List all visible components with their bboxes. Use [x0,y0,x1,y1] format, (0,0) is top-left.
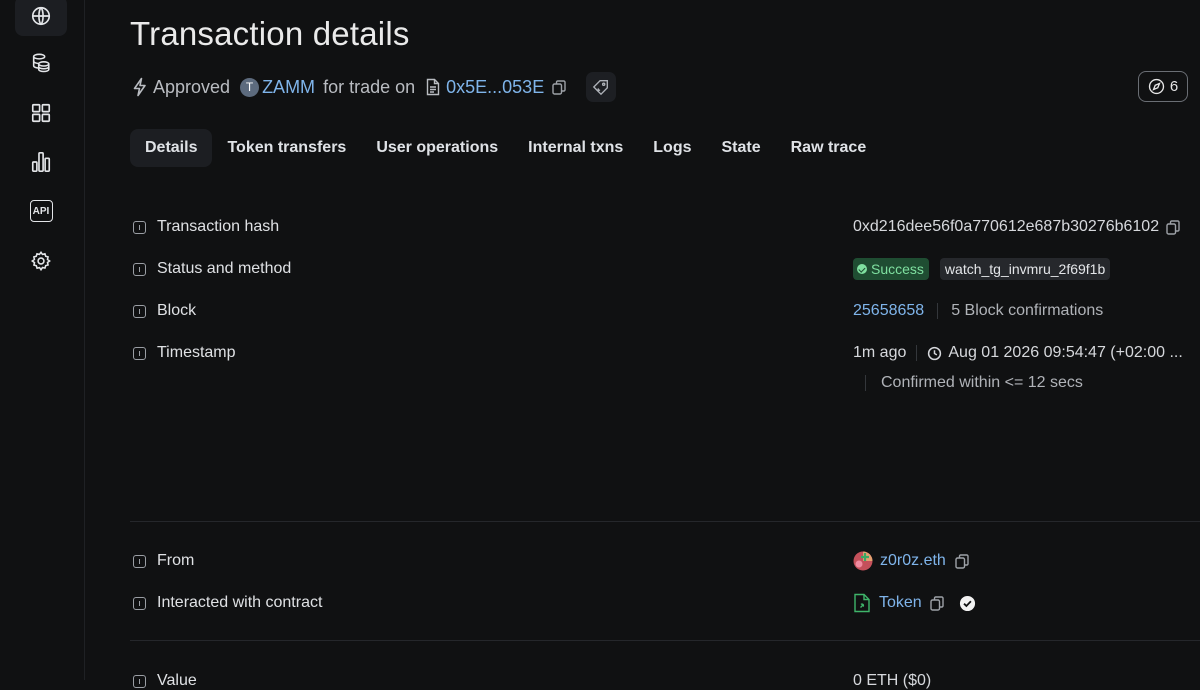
tab-internal-txns[interactable]: Internal txns [513,129,638,167]
timestamp-value: 1m ago Aug 01 2026 09:54:47 (+02:00 ... [853,343,1183,363]
value-amount: 0 ETH ($0) [853,671,931,690]
bar-chart-icon [31,152,51,172]
row-label: Transaction hash [157,218,280,235]
block-number-link[interactable]: 25658658 [853,302,924,320]
info-icon[interactable] [133,262,146,276]
row-interacted-contract: Interacted with contract [133,593,322,613]
row-label: Block [157,302,197,319]
add-tag-button[interactable] [586,72,616,102]
sidebar-item-coins[interactable] [15,43,67,83]
contract-link[interactable]: Token [879,594,922,612]
timestamp-ago: 1m ago [853,344,907,361]
row-label: Interacted with contract [157,594,323,611]
hash-text: 0xd216dee56f0a770612e687b30276b6102 [853,218,1160,235]
from-value: z0r0z.eth [853,551,969,571]
sidebar-item-charts[interactable] [15,142,67,182]
block-value: 25658658 5 Block confirmations [853,301,1103,321]
sidebar-item-api[interactable]: API [15,191,67,231]
timestamp-datetime: Aug 01 2026 09:54:47 (+02:00 ... [948,344,1183,361]
method-badge: watch_tg_invmru_2f69f1b [939,258,1111,280]
api-icon: API [29,200,53,222]
tab-raw-trace[interactable]: Raw trace [776,129,882,167]
info-icon[interactable] [133,596,146,610]
check-circle-icon [857,264,867,274]
status-text: Success [871,261,924,277]
grid-icon [31,103,51,123]
row-value: Value [133,671,197,690]
info-icon[interactable] [133,674,146,688]
compass-icon [1148,78,1164,95]
globe-icon [31,6,51,26]
section-divider [130,640,1200,641]
info-icon[interactable] [133,554,146,568]
row-from: From [133,551,194,571]
sidebar-item-globe[interactable] [15,0,67,36]
page-title: Transaction details [130,15,410,52]
tag-icon [592,80,608,96]
confirmation-time: Confirmed within <= 12 secs [865,373,1083,393]
clock-icon [928,346,942,360]
status-badge: Success [853,258,929,280]
copy-icon[interactable] [930,595,944,611]
avatar [853,551,873,571]
sidebar-item-grid[interactable] [15,93,67,133]
tab-bar: Details Token transfers User operations … [130,129,881,167]
tx-summary: Approved T ZAMM for trade on 0x5E...053E [132,74,566,100]
row-label: Timestamp [157,344,236,361]
row-transaction-hash: Transaction hash [133,217,279,237]
divider [937,303,939,319]
tab-user-operations[interactable]: User operations [361,129,513,167]
copy-icon[interactable] [955,553,969,569]
contract-value: Token [853,593,976,613]
status-method-value: Success watch_tg_invmru_2f69f1b [853,258,1111,280]
info-icon[interactable] [133,304,146,318]
token-link[interactable]: ZAMM [262,77,315,98]
action-label: Approved [153,76,231,97]
interpretation-counter-button[interactable]: 6 [1138,71,1188,102]
info-icon[interactable] [133,220,146,234]
transaction-hash-value: 0xd216dee56f0a770612e687b30276b6102 [853,217,1180,237]
row-label: From [157,552,195,569]
row-status-method: Status and method [133,259,291,279]
lightning-icon [133,77,146,97]
tab-logs[interactable]: Logs [638,129,706,167]
counter-value: 6 [1169,78,1179,95]
info-icon[interactable] [133,346,146,360]
section-divider [130,521,1200,522]
confirmed-within-text: Confirmed within <= 12 secs [881,374,1083,391]
row-label: Value [157,672,197,689]
connector-text: for trade on [323,76,416,97]
contract-address-link[interactable]: 0x5E...053E [446,77,544,98]
tab-state[interactable]: State [707,129,776,167]
block-confirmations: 5 Block confirmations [951,302,1104,319]
sidebar-item-settings[interactable] [15,241,67,281]
row-label: Status and method [157,260,292,277]
divider [865,375,866,391]
value-text: 0 ETH ($0) [853,672,932,689]
gear-icon [30,250,51,272]
row-block: Block [133,301,196,321]
tab-details[interactable]: Details [130,129,213,167]
tab-token-transfers[interactable]: Token transfers [212,129,361,167]
coins-icon [32,53,50,73]
copy-icon[interactable] [1166,219,1180,235]
document-icon [426,78,440,96]
token-avatar: T [240,77,260,97]
copy-icon[interactable] [552,79,566,95]
divider [916,345,918,361]
row-timestamp: Timestamp [133,343,236,363]
from-address-link[interactable]: z0r0z.eth [880,552,946,570]
verified-icon [959,595,975,611]
contract-file-icon [854,593,870,613]
sidebar: API [0,0,85,680]
